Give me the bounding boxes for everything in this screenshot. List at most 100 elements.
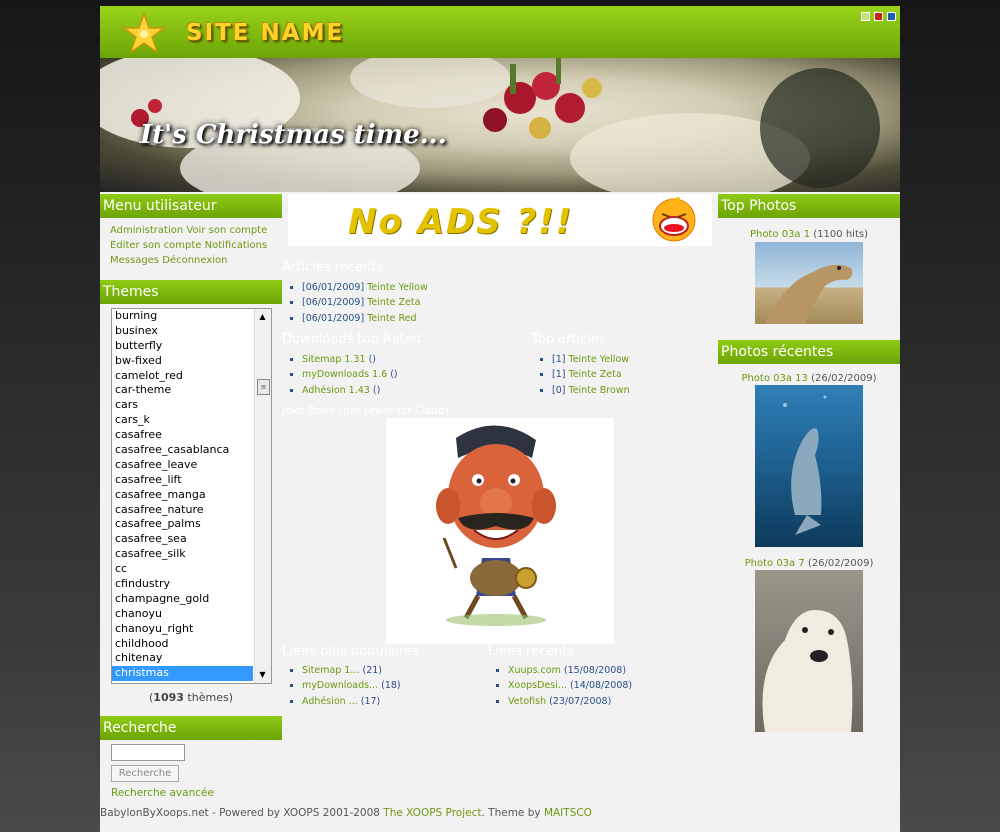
popular-link[interactable]: Sitemap 1... [302,665,359,676]
list-item: Sitemap 1... (21) [302,663,401,678]
search-title: Recherche [100,716,282,740]
theme-author-link[interactable]: MAITSCO [544,807,592,819]
list-item: [0] Teinte Brown [552,383,630,398]
scroll-thumb[interactable]: ≡ [257,379,270,395]
search-button[interactable]: Recherche [111,765,179,782]
scroll-up-icon[interactable]: ▲ [257,311,268,322]
photo-info: (26/02/2009) [811,373,877,384]
left-column: Menu utilisateur Administration Voir son… [100,194,282,799]
theme-option[interactable]: childhood [112,637,253,652]
download-link[interactable]: Adhésion 1.43 [302,385,370,396]
recent-link[interactable]: Vetofish [508,696,546,707]
dolphin-illustration [783,395,827,535]
theme-option[interactable]: chitenay [112,651,253,666]
polar-bear-photo[interactable] [755,570,863,732]
theme-option[interactable]: bw-fixed [112,354,253,369]
advanced-search-link[interactable]: Recherche avancée [111,787,214,799]
theme-option[interactable]: chanoyu_right [112,622,253,637]
photo-link[interactable]: Photo 03a 13 [741,373,807,384]
popular-link[interactable]: myDownloads... [302,680,378,691]
theme-option[interactable]: car-theme [112,383,253,398]
footer-text: BabylonByXoops.net - Powered by XOOPS 20… [100,807,380,819]
download-link[interactable]: Sitemap 1.31 [302,354,366,365]
article-link[interactable]: Teinte Yellow [569,354,630,365]
themes-count-value: 1093 [153,691,184,704]
menu-view-account[interactable]: Voir son compte [186,225,267,236]
photo-link[interactable]: Photo 03a 1 [750,229,810,240]
popular-link-count: (21) [362,665,383,676]
list-item: XoopsDesi... (14/08/2008) [508,678,632,693]
footer-theme-by: . Theme by [481,807,541,819]
article-link[interactable]: Teinte Yellow [367,282,428,293]
download-link[interactable]: myDownloads 1.6 [302,369,387,380]
menu-notifications[interactable]: Notifications [205,240,268,251]
downloads-top-list: Sitemap 1.31 () myDownloads 1.6 () Adhés… [282,352,398,398]
recent-link[interactable]: Xuups.com [508,665,561,676]
popular-link[interactable]: Adhésion ... [302,696,358,707]
theme-option[interactable]: cfindustry [112,577,253,592]
themes-scrollbar[interactable]: ▲ ≡ ▼ [254,309,271,683]
scroll-down-icon[interactable]: ▼ [257,669,268,680]
theme-option[interactable]: butterfly [112,339,253,354]
recent-link-date: (23/07/2008) [549,695,612,707]
theme-option[interactable]: cars_k [112,413,253,428]
photo-info: (26/02/2009) [807,558,874,569]
dolphin-photo[interactable] [755,385,863,547]
photo-caption: Photo 03a 13 (26/02/2009) [718,373,900,384]
download-extra: () [390,369,398,381]
swatch-green[interactable] [861,12,870,21]
swatch-red[interactable] [874,12,883,21]
list-item: Adhésion 1.43 () [302,383,398,398]
article-link[interactable]: Teinte Brown [569,385,630,396]
menu-messages[interactable]: Messages [110,255,159,266]
no-ads-banner[interactable]: No ADS ?!! [288,194,712,246]
menu-logout[interactable]: Déconnexion [162,255,227,266]
popular-links-title: Liens plus populaires [282,644,419,659]
theme-option[interactable]: casafree_casablanca [112,443,253,458]
theme-option[interactable]: casafree_silk [112,547,253,562]
theme-option[interactable]: cc [112,562,253,577]
theme-option[interactable]: casafree_leave [112,458,253,473]
camel-photo[interactable] [755,242,863,324]
star-logo-icon [122,12,166,54]
color-swatches [861,12,896,21]
theme-option[interactable]: casafree_manga [112,488,253,503]
theme-option[interactable]: camelot_red [112,369,253,384]
recent-links-list: Xuups.com (15/08/2008) XoopsDesi... (14/… [488,663,632,709]
download-extra: () [372,384,381,396]
article-link[interactable]: Teinte Red [367,313,416,324]
list-item: myDownloads... (18) [302,678,401,693]
theme-option[interactable]: champagne_gold [112,592,253,607]
recent-link[interactable]: XoopsDesi... [508,680,567,691]
popular-links-list: Sitemap 1... (21) myDownloads... (18) Ad… [282,663,401,709]
site-name-logo[interactable]: SITE NAME [186,20,344,46]
list-item: [06/01/2009] Teinte Red [302,311,428,326]
article-date: [06/01/2009] [302,297,365,309]
search-input[interactable] [111,744,185,761]
theme-option[interactable]: casafree_nature [112,503,253,518]
swatch-blue[interactable] [887,12,896,21]
menu-edit-account[interactable]: Editer son compte [110,240,201,251]
xoops-project-link[interactable]: The XOOPS Project [383,807,481,819]
right-column: Top Photos Photo 03a 1 (1100 hits) Photo… [718,194,900,732]
article-link[interactable]: Teinte Zeta [569,369,622,380]
theme-option[interactable]: chanoyu [112,607,253,622]
themes-select[interactable]: burning businex butterfly bw-fixed camel… [111,308,272,684]
download-extra: () [368,354,376,365]
theme-option[interactable]: cars [112,398,253,413]
polar-bear-illustration [762,610,853,732]
theme-option[interactable]: casafree_sea [112,532,253,547]
theme-option[interactable]: burning [112,309,253,324]
top-articles-title: Top articles [532,332,606,347]
theme-option[interactable]: businex [112,324,253,339]
theme-option[interactable]: casafree_lift [112,473,253,488]
cartoon-image[interactable] [386,418,614,644]
menu-administration[interactable]: Administration [110,225,183,236]
footer: BabylonByXoops.net - Powered by XOOPS 20… [100,807,592,819]
theme-option-selected[interactable]: christmas [112,666,253,682]
photo-link[interactable]: Photo 03a 7 [745,558,805,569]
theme-option[interactable]: casafree [112,428,253,443]
theme-option[interactable]: casafree_palms [112,517,253,532]
article-link[interactable]: Teinte Zeta [367,297,420,308]
popular-link-count: (17) [360,695,381,707]
